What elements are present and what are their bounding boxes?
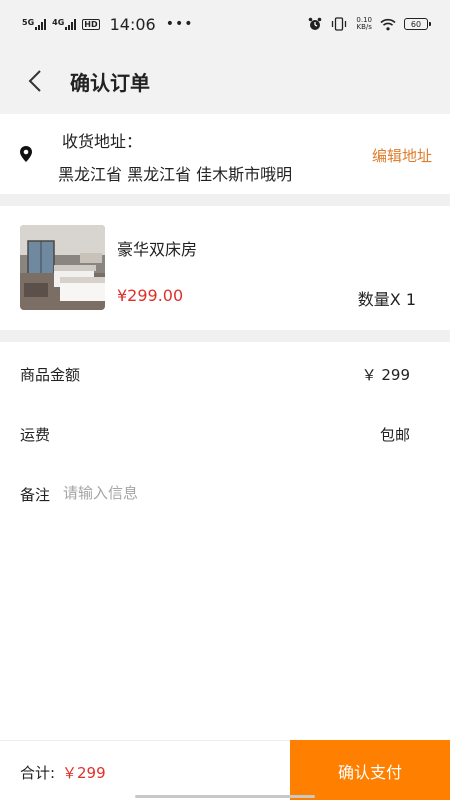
hotel-room-thumbnail xyxy=(20,225,105,310)
home-indicator[interactable] xyxy=(135,795,315,798)
network-4g-label: 4G xyxy=(52,18,65,27)
amount-label: 商品金额 xyxy=(20,366,81,384)
address-text: 黑龙江省 黑龙江省 佳木斯市哦明 xyxy=(58,165,293,184)
battery-level: 60 xyxy=(410,19,422,29)
battery-icon: 60 xyxy=(404,18,431,30)
status-left: 5G 4G HD 14:06 ••• xyxy=(22,15,194,34)
back-button[interactable] xyxy=(0,48,70,114)
navigation-bar: 确认订单 xyxy=(0,48,450,114)
signal-5g: 5G xyxy=(22,18,47,30)
product-card: 豪华双床房 ¥299.00 数量X 1 xyxy=(0,206,450,330)
network-5g-label: 5G xyxy=(22,18,35,27)
page-title: 确认订单 xyxy=(70,70,150,95)
checkout-footer: 合计: ￥299 确认支付 xyxy=(0,740,450,800)
vibrate-icon xyxy=(332,17,347,31)
status-time: 14:06 xyxy=(109,14,156,34)
address-section[interactable]: 收货地址： 黑龙江省 黑龙江省 佳木斯市哦明 编辑地址 xyxy=(0,114,450,194)
hd-voice-badge: HD xyxy=(82,18,100,30)
address-label: 收货地址： xyxy=(62,132,143,151)
signal-4g: 4G xyxy=(52,18,77,30)
confirm-pay-button[interactable]: 确认支付 xyxy=(290,740,450,800)
shipping-label: 运费 xyxy=(20,426,51,444)
shipping-value: 包邮 xyxy=(379,426,410,444)
signal-bars-icon xyxy=(65,18,77,30)
edit-address-button[interactable]: 编辑地址 xyxy=(372,145,432,166)
total-value: ￥299 xyxy=(62,764,106,782)
signal-bars-icon xyxy=(35,18,47,30)
remark-input[interactable] xyxy=(63,478,403,508)
product-price: ¥299.00 xyxy=(117,286,184,305)
network-speed: 0.10 KB/s xyxy=(356,17,372,31)
section-divider xyxy=(0,194,450,206)
amount-value: ￥ 299 xyxy=(361,366,410,384)
total-label: 合计: xyxy=(20,764,56,782)
section-divider xyxy=(0,330,450,342)
remark-row: 备注 xyxy=(0,462,450,522)
amount-row: 商品金额 ￥ 299 xyxy=(0,342,450,402)
wifi-icon xyxy=(380,18,396,30)
status-bar: 5G 4G HD 14:06 ••• 0.10 KB/s 60 xyxy=(0,0,450,48)
back-chevron-icon xyxy=(28,70,41,92)
shipping-row: 运费 包邮 xyxy=(0,402,450,462)
more-notifications-icon: ••• xyxy=(165,16,194,32)
alarm-icon xyxy=(309,17,322,30)
product-quantity: 数量X 1 xyxy=(357,290,416,309)
product-name: 豪华双床房 xyxy=(117,240,198,259)
speed-unit: KB/s xyxy=(356,23,372,31)
location-pin-icon xyxy=(20,146,32,162)
remark-label: 备注 xyxy=(20,486,51,504)
status-right: 0.10 KB/s 60 xyxy=(308,17,431,31)
